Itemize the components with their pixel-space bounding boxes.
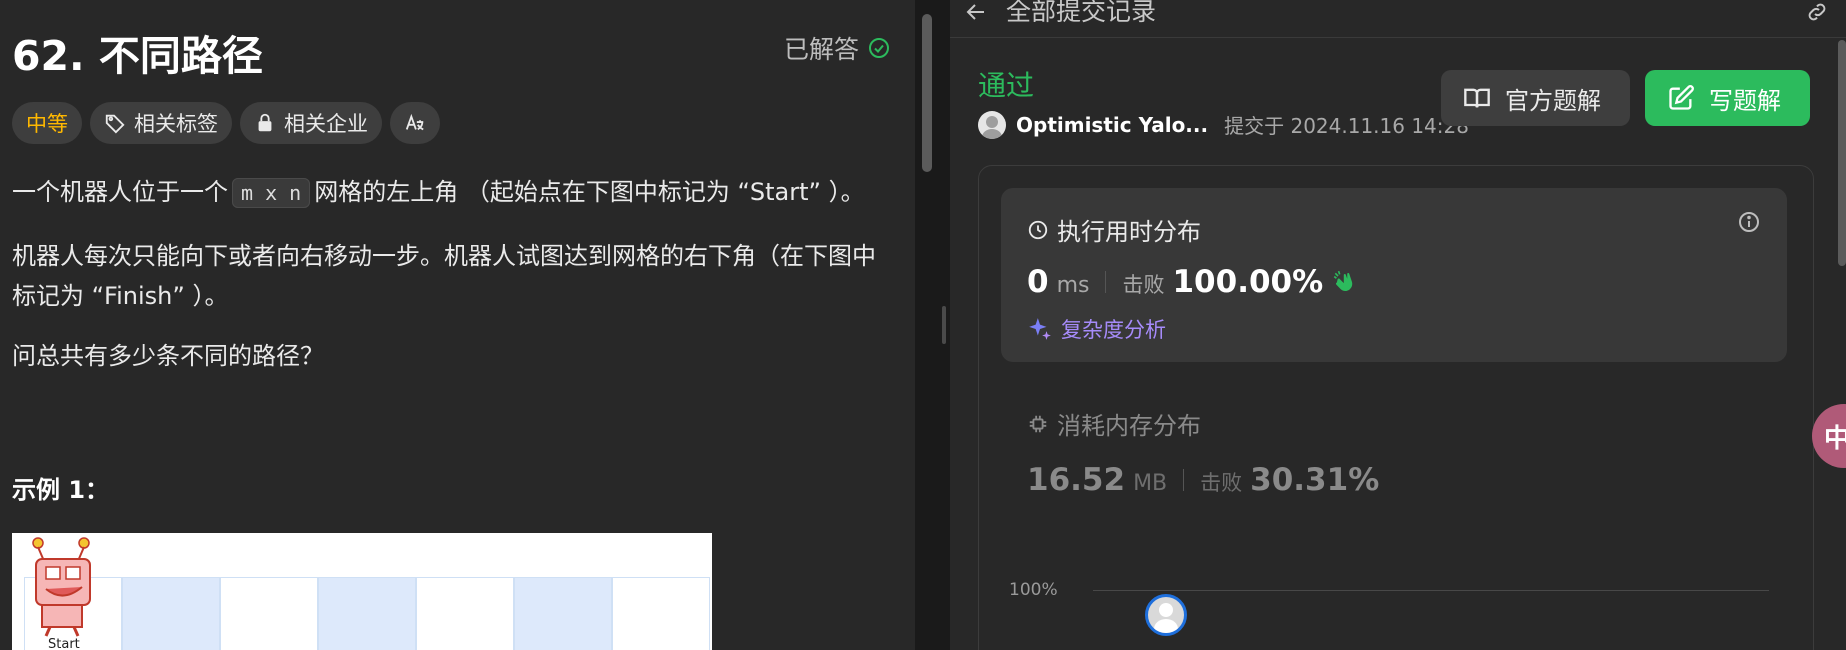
- translate-icon: [405, 113, 424, 131]
- description-text: 一个机器人位于一个: [12, 178, 228, 206]
- info-icon[interactable]: [1737, 210, 1761, 234]
- metric-divider: [1183, 469, 1185, 491]
- solved-status: 已解答: [784, 30, 891, 66]
- example-title: 示例 1：: [12, 476, 110, 504]
- check-circle-icon: [869, 38, 890, 58]
- runtime-value: 0: [1027, 264, 1049, 300]
- submission-nav: 全部提交记录: [950, 0, 1846, 38]
- companies-tag-label: 相关企业: [284, 112, 368, 136]
- description-line-1: 一个机器人位于一个 m x n 网格的左上角 （起始点在下图中标记为 “Start”…: [12, 172, 865, 213]
- description-para-3: 问总共有多少条不同的路径？: [12, 342, 324, 370]
- clock-icon: [1028, 220, 1048, 239]
- problem-panel: 62. 不同路径 已解答 中等 相关标签 相关企业 一个机器人位于一个 m x …: [0, 0, 915, 650]
- result-container: 执行用时分布 0 ms 击败 100.00% 复杂度分析 消耗内存分布 16.5…: [978, 165, 1814, 650]
- back-arrow-icon[interactable]: [964, 0, 988, 24]
- all-submissions-link[interactable]: 全部提交记录: [1006, 0, 1156, 28]
- robot-icon: [32, 537, 91, 637]
- chart-gridline: [1093, 590, 1769, 591]
- official-solution-label: 官方题解: [1505, 86, 1601, 115]
- example-grid-image: Start: [12, 533, 712, 650]
- write-solution-button[interactable]: 写题解: [1645, 70, 1810, 126]
- problem-title: 62. 不同路径: [12, 32, 263, 80]
- official-solution-button[interactable]: 官方题解: [1441, 70, 1630, 126]
- runtime-beats-percent: 100.00%: [1172, 264, 1324, 300]
- runtime-title-text: 执行用时分布: [1057, 218, 1201, 246]
- submitter-info: Optimistic Yalo... 提交于 2024.11.16 14:28: [978, 110, 1469, 139]
- grid-cell: [612, 577, 710, 650]
- right-scrollbar[interactable]: [1838, 40, 1846, 266]
- left-scrollbar[interactable]: [922, 14, 932, 172]
- runtime-metric: 0 ms 击败 100.00%: [1027, 264, 1357, 300]
- tag-icon: [105, 114, 125, 134]
- chart-user-avatar[interactable]: [1145, 594, 1187, 636]
- link-icon[interactable]: [1804, 0, 1830, 24]
- memory-metric: 16.52 MB 击败 30.31%: [1027, 462, 1379, 498]
- runtime-card[interactable]: 执行用时分布 0 ms 击败 100.00% 复杂度分析: [1001, 188, 1787, 362]
- complexity-analysis-label: 复杂度分析: [1061, 318, 1166, 342]
- submit-time: 提交于 2024.11.16 14:28: [1224, 114, 1469, 138]
- runtime-beats-label: 击败: [1122, 273, 1165, 297]
- submission-panel: 全部提交记录 通过 Optimistic Yalo... 提交于 2024.11…: [950, 0, 1846, 650]
- grid-cell: [220, 577, 318, 650]
- grid-cells: [24, 577, 710, 650]
- memory-beats-percent: 30.31%: [1250, 462, 1380, 498]
- username[interactable]: Optimistic Yalo...: [1016, 113, 1208, 137]
- runtime-unit: ms: [1056, 273, 1090, 298]
- difficulty-tag[interactable]: 中等: [12, 102, 82, 144]
- companies-tag[interactable]: 相关企业: [240, 102, 382, 144]
- chart-y-label: 100%: [1009, 580, 1058, 600]
- avatar[interactable]: [978, 110, 1006, 139]
- tag-row: 中等 相关标签 相关企业: [12, 102, 440, 144]
- edit-icon: [1669, 85, 1694, 110]
- topics-tag[interactable]: 相关标签: [90, 102, 232, 144]
- panel-resize-handle[interactable]: [942, 306, 946, 344]
- sparkle-icon: [1029, 318, 1051, 340]
- complexity-analysis-link[interactable]: 复杂度分析: [1027, 314, 1166, 344]
- memory-title-text: 消耗内存分布: [1057, 412, 1201, 440]
- description-text: 网格的左上角 （起始点在下图中标记为 “Start” ）。: [314, 178, 865, 206]
- grid-cell: [122, 577, 220, 650]
- topics-tag-label: 相关标签: [134, 112, 218, 136]
- chip-icon: [1029, 415, 1047, 432]
- submission-status: 通过: [978, 69, 1035, 102]
- solved-label: 已解答: [784, 35, 860, 64]
- clap-icon: [1333, 270, 1353, 291]
- write-solution-label: 写题解: [1709, 86, 1781, 115]
- runtime-title: 执行用时分布: [1027, 212, 1201, 247]
- book-icon: [1464, 88, 1490, 108]
- grid-cell: [514, 577, 612, 650]
- grid-cell: [416, 577, 514, 650]
- translate-button[interactable]: [390, 102, 440, 144]
- memory-section[interactable]: 消耗内存分布 16.52 MB 击败 30.31%: [1027, 406, 1379, 498]
- description-para-2: 机器人每次只能向下或者向右移动一步。机器人试图达到网格的右下角（在下图中标记为 …: [12, 242, 876, 310]
- metric-divider: [1105, 271, 1107, 293]
- inline-code: m x n: [232, 178, 311, 208]
- memory-beats-label: 击败: [1200, 471, 1243, 495]
- memory-title: 消耗内存分布: [1027, 406, 1201, 441]
- start-label: Start: [48, 637, 80, 650]
- memory-value: 16.52: [1027, 462, 1126, 498]
- lock-icon: [258, 113, 272, 132]
- memory-unit: MB: [1133, 471, 1168, 496]
- grid-cell: [318, 577, 416, 650]
